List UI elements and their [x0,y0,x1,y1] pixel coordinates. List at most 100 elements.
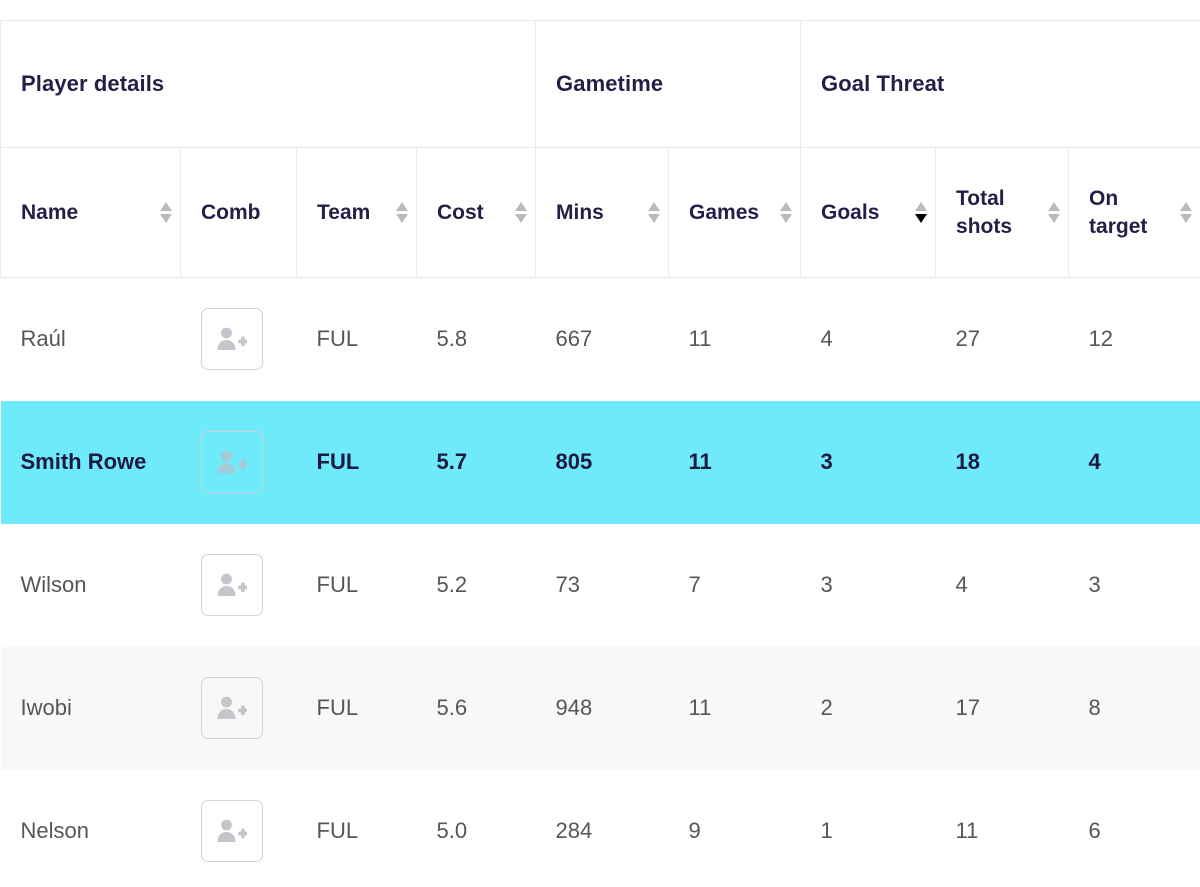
add-person-icon [217,573,247,596]
column-header-games[interactable]: Games [668,147,802,278]
column-header-mins-label: Mins [556,200,604,224]
add-person-button[interactable] [200,677,263,739]
add-person-button[interactable] [200,554,263,616]
cell-team: FUL [316,326,359,352]
table-row[interactable]: Smith Rowe FUL 5.7 805 11 3 18 4 [0,400,1200,524]
sort-arrow-up-icon [914,201,927,211]
add-person-icon [217,450,247,473]
cell-name: Raúl [20,326,66,352]
cell-comb [180,769,297,887]
sort-arrow-up-icon [647,201,660,211]
column-header-total-shots-label: Total shots [956,187,1013,238]
table-row[interactable]: Nelson FUL 5.0 284 9 1 11 6 [0,769,1200,887]
cell-comb [180,646,297,770]
add-person-icon [217,819,247,842]
cell-games: 7 [688,572,701,598]
cell-on-target: 6 [1068,769,1200,887]
column-header-goals-label: Goals [821,200,880,224]
column-header-name-label: Name [21,200,79,224]
group-header-player-details: Player details [0,20,537,148]
cell-mins: 667 [555,326,593,352]
cell-team: FUL [316,572,359,598]
cell-on-target: 8 [1068,646,1200,770]
cell-goals: 3 [800,400,936,524]
table-head: Player details Gametime Goal Threat Name [0,20,1200,278]
cell-cost: 5.2 [436,572,468,598]
cell-comb [181,278,297,401]
sort-arrow-up-icon [1180,202,1193,211]
add-person-icon [217,327,247,351]
sort-arrow-down-icon [395,213,408,223]
group-header-row: Player details Gametime Goal Threat [0,20,1200,148]
cell-total-shots: 11 [935,769,1069,887]
sort-arrow-down-icon [914,213,927,223]
sort-icon-games[interactable] [779,201,792,223]
sort-arrow-up-icon [514,201,527,211]
column-header-comb-label: Comb [201,200,261,224]
sort-arrow-up-icon [779,201,792,211]
cell-total-shots: 18 [935,400,1069,524]
cell-cost: 5.7 [416,400,536,524]
add-person-icon [217,696,247,719]
player-stats-table-container: Player details Gametime Goal Threat Name [0,0,1200,887]
add-person-button[interactable] [200,431,263,493]
column-header-goals[interactable]: Goals [800,147,937,278]
cell-goals: 1 [800,769,936,887]
cell-games: 9 [668,769,801,887]
column-header-team-label: Team [317,200,371,224]
column-header-name[interactable]: Name [0,147,181,278]
add-person-button[interactable] [200,799,263,862]
sort-arrow-down-icon [1180,214,1193,223]
table-row[interactable]: Wilson FUL 5.2 73 7 3 4 3 [1,524,1200,647]
sort-arrow-up-icon [1047,202,1060,211]
table-row[interactable]: Iwobi FUL 5.6 948 11 2 17 8 [0,646,1200,770]
cell-name: Nelson [0,769,181,887]
group-header-gametime-label: Gametime [556,71,664,97]
group-header-goal-threat-label: Goal Threat [821,71,945,97]
sort-icon-mins[interactable] [647,201,660,223]
column-header-on-target[interactable]: On target [1068,147,1200,278]
cell-cost: 5.8 [436,326,468,352]
column-header-cost-label: Cost [437,200,484,224]
sort-arrow-up-icon [395,201,408,211]
sort-icon-team[interactable] [395,201,408,223]
add-person-button[interactable] [200,308,263,371]
cell-games: 11 [668,646,801,770]
cell-games: 11 [668,400,801,524]
cell-name: Iwobi [0,646,181,770]
table-body: Raúl FUL 5.8 667 11 4 2 7 12 Smith Rowe F… [0,278,1200,887]
column-header-mins[interactable]: Mins [535,147,670,278]
column-header-team[interactable]: Team [296,147,417,278]
cell-comb [180,400,297,524]
column-header-on-target-label: On target [1089,187,1148,238]
sort-icon-cost[interactable] [514,201,527,223]
column-header-total-shots[interactable]: Total shots [935,147,1070,278]
column-header-games-label: Games [689,200,760,224]
cell-goals: 2 [800,646,936,770]
sort-icon-goals[interactable] [914,201,927,223]
cell-mins: 805 [535,400,669,524]
sort-icon-on-target[interactable] [1180,202,1193,223]
sort-arrow-down-icon [1047,214,1060,223]
cell-team: FUL [296,646,417,770]
sort-arrow-down-icon [779,213,792,223]
cell-mins: 284 [535,769,669,887]
sort-icon-name[interactable] [159,201,172,223]
column-header-cost[interactable]: Cost [416,147,537,278]
cell-on-target: 12 [1088,326,1113,352]
cell-on-target: 3 [1088,572,1101,598]
cell-goals: 4 [820,326,833,352]
cell-on-target: 4 [1068,400,1200,524]
group-header-gametime: Gametime [535,20,802,148]
sort-arrow-down-icon [159,213,172,223]
sort-arrow-down-icon [647,213,660,223]
cell-games: 11 [688,326,712,352]
cell-total-shots: 17 [935,646,1069,770]
cell-team: FUL [296,769,417,887]
column-header-comb[interactable]: Comb [180,147,297,278]
cell-total-shots: 4 [955,572,968,598]
table-row[interactable]: Raúl FUL 5.8 667 11 4 27 12 [1,278,1200,401]
sort-arrow-up-icon [159,201,172,211]
sort-icon-total-shots[interactable] [1047,202,1060,223]
cell-name: Wilson [20,572,87,598]
